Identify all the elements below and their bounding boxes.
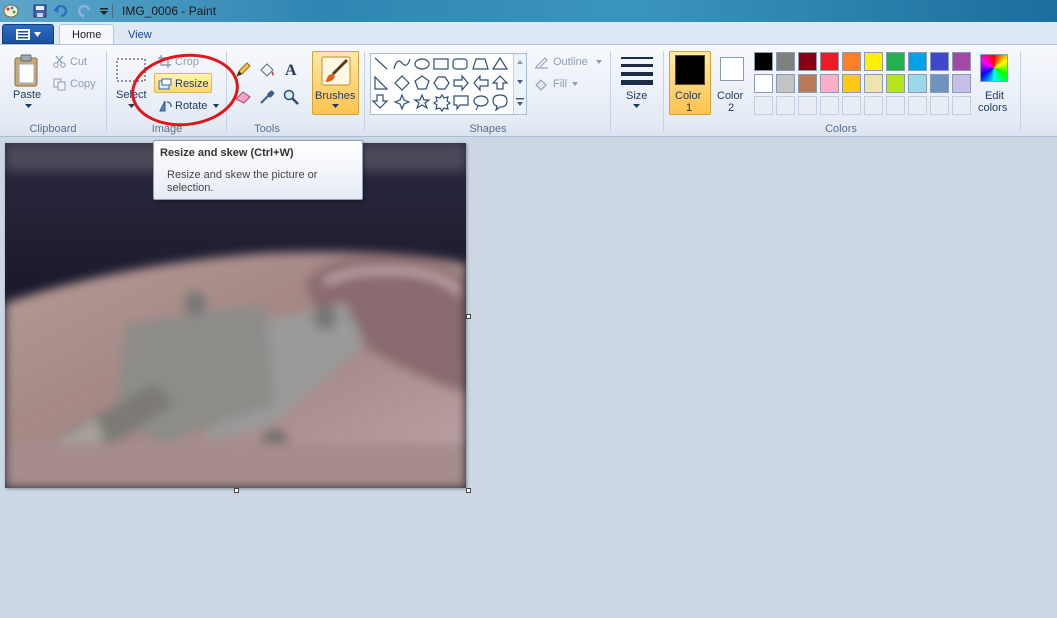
outline-icon[interactable]: [533, 55, 549, 69]
tab-view[interactable]: View: [116, 24, 164, 45]
paint-menu-button[interactable]: [2, 24, 54, 44]
group-separator: [364, 51, 365, 131]
paint-app-icon[interactable]: [3, 3, 19, 19]
palette-swatch[interactable]: [864, 74, 883, 93]
menu-icon: [15, 28, 30, 40]
redo-icon[interactable]: [76, 3, 92, 19]
outline-dropdown-icon[interactable]: [595, 59, 602, 64]
palette-swatch[interactable]: [908, 52, 927, 71]
size-icon[interactable]: [618, 53, 656, 87]
save-icon[interactable]: [32, 3, 48, 19]
tooltip-title: Resize and skew (Ctrl+W): [160, 147, 294, 159]
group-separator: [663, 51, 664, 131]
resize-handle-corner[interactable]: [466, 488, 471, 493]
palette-swatch[interactable]: [798, 74, 817, 93]
palette-swatch-empty[interactable]: [930, 96, 949, 115]
undo-icon[interactable]: [53, 3, 69, 19]
magnifier-icon[interactable]: [281, 87, 301, 107]
palette-swatch[interactable]: [952, 52, 971, 71]
paste-dropdown-icon[interactable]: [24, 103, 32, 109]
tooltip-body: Resize and skew the picture or selection…: [167, 169, 318, 194]
color-picker-icon[interactable]: [257, 87, 277, 107]
palette-swatch-empty[interactable]: [864, 96, 883, 115]
shapes-scrollbar[interactable]: [513, 54, 526, 114]
palette-swatch[interactable]: [908, 74, 927, 93]
palette-swatch[interactable]: [754, 52, 773, 71]
edit-colors-label: colors: [978, 102, 1008, 114]
paste-button[interactable]: Paste: [13, 89, 41, 101]
fill-dropdown-icon[interactable]: [571, 81, 578, 86]
brush-icon: [320, 55, 352, 87]
chevron-down-icon: [33, 31, 41, 37]
palette-swatch[interactable]: [820, 52, 839, 71]
palette-swatch[interactable]: [930, 74, 949, 93]
palette-swatch[interactable]: [864, 52, 883, 71]
cut-button[interactable]: Cut: [70, 56, 87, 68]
tab-home[interactable]: Home: [59, 24, 115, 45]
cut-icon[interactable]: [52, 54, 66, 68]
palette-swatch-empty[interactable]: [776, 96, 795, 115]
copy-icon[interactable]: [52, 77, 66, 91]
palette-swatch[interactable]: [930, 52, 949, 71]
brushes-dropdown-icon: [331, 103, 339, 109]
svg-text:A: A: [285, 62, 297, 77]
color1-label: Color: [675, 90, 702, 102]
palette-swatch[interactable]: [798, 52, 817, 71]
palette-swatch[interactable]: [754, 74, 773, 93]
size-dropdown-icon[interactable]: [632, 103, 640, 109]
palette-swatch-empty[interactable]: [798, 96, 817, 115]
palette-swatch[interactable]: [952, 74, 971, 93]
colors-group-label: Colors: [825, 123, 857, 135]
tools-group-label: Tools: [254, 123, 280, 135]
palette-swatch[interactable]: [820, 74, 839, 93]
palette-swatch-empty[interactable]: [886, 96, 905, 115]
color1-number: 1: [686, 102, 693, 114]
palette-swatch-empty[interactable]: [842, 96, 861, 115]
edit-colors-icon[interactable]: [980, 54, 1008, 82]
edit-colors-button[interactable]: Edit: [985, 90, 1004, 102]
resize-handle-bottom[interactable]: [234, 488, 239, 493]
customize-quick-access-icon[interactable]: [96, 3, 112, 19]
title-separator: [112, 4, 113, 18]
tooltip: Resize and skew (Ctrl+W) Resize and skew…: [153, 140, 363, 200]
color2-label[interactable]: Color: [717, 90, 743, 102]
shapes-group-label: Shapes: [469, 123, 507, 135]
group-separator: [106, 51, 107, 131]
palette-swatch[interactable]: [886, 74, 905, 93]
copy-button[interactable]: Copy: [70, 78, 96, 90]
palette-swatch-empty[interactable]: [820, 96, 839, 115]
fill-icon[interactable]: [257, 60, 277, 80]
window-title: IMG_0006 - Paint: [122, 4, 217, 18]
palette-swatch[interactable]: [776, 52, 795, 71]
group-separator: [610, 51, 611, 131]
group-separator: [1020, 51, 1021, 131]
palette-swatch-empty[interactable]: [952, 96, 971, 115]
ribbon-tabs: Home View: [0, 22, 1057, 45]
title-bar: IMG_0006 - Paint: [0, 0, 1057, 22]
paste-icon[interactable]: [12, 53, 42, 89]
outline-button[interactable]: Outline: [553, 56, 588, 68]
fill-style-icon[interactable]: [533, 77, 549, 91]
fill-button[interactable]: Fill: [553, 78, 567, 90]
palette-swatch[interactable]: [776, 74, 795, 93]
brushes-label: Brushes: [315, 90, 356, 102]
text-icon[interactable]: A: [281, 59, 301, 79]
palette-swatch-empty[interactable]: [754, 96, 773, 115]
color2-number: 2: [728, 102, 735, 114]
palette-swatch[interactable]: [886, 52, 905, 71]
palette-swatch[interactable]: [842, 74, 861, 93]
size-button[interactable]: Size: [626, 90, 647, 102]
palette-swatch[interactable]: [842, 52, 861, 71]
shapes-gallery-icons: [372, 56, 509, 113]
color2-swatch[interactable]: [720, 57, 744, 81]
resize-handle-right[interactable]: [466, 314, 471, 319]
color1-swatch: [675, 55, 705, 85]
shapes-gallery: [370, 53, 527, 115]
clipboard-group-label: Clipboard: [29, 123, 77, 135]
palette-swatch-empty[interactable]: [908, 96, 927, 115]
